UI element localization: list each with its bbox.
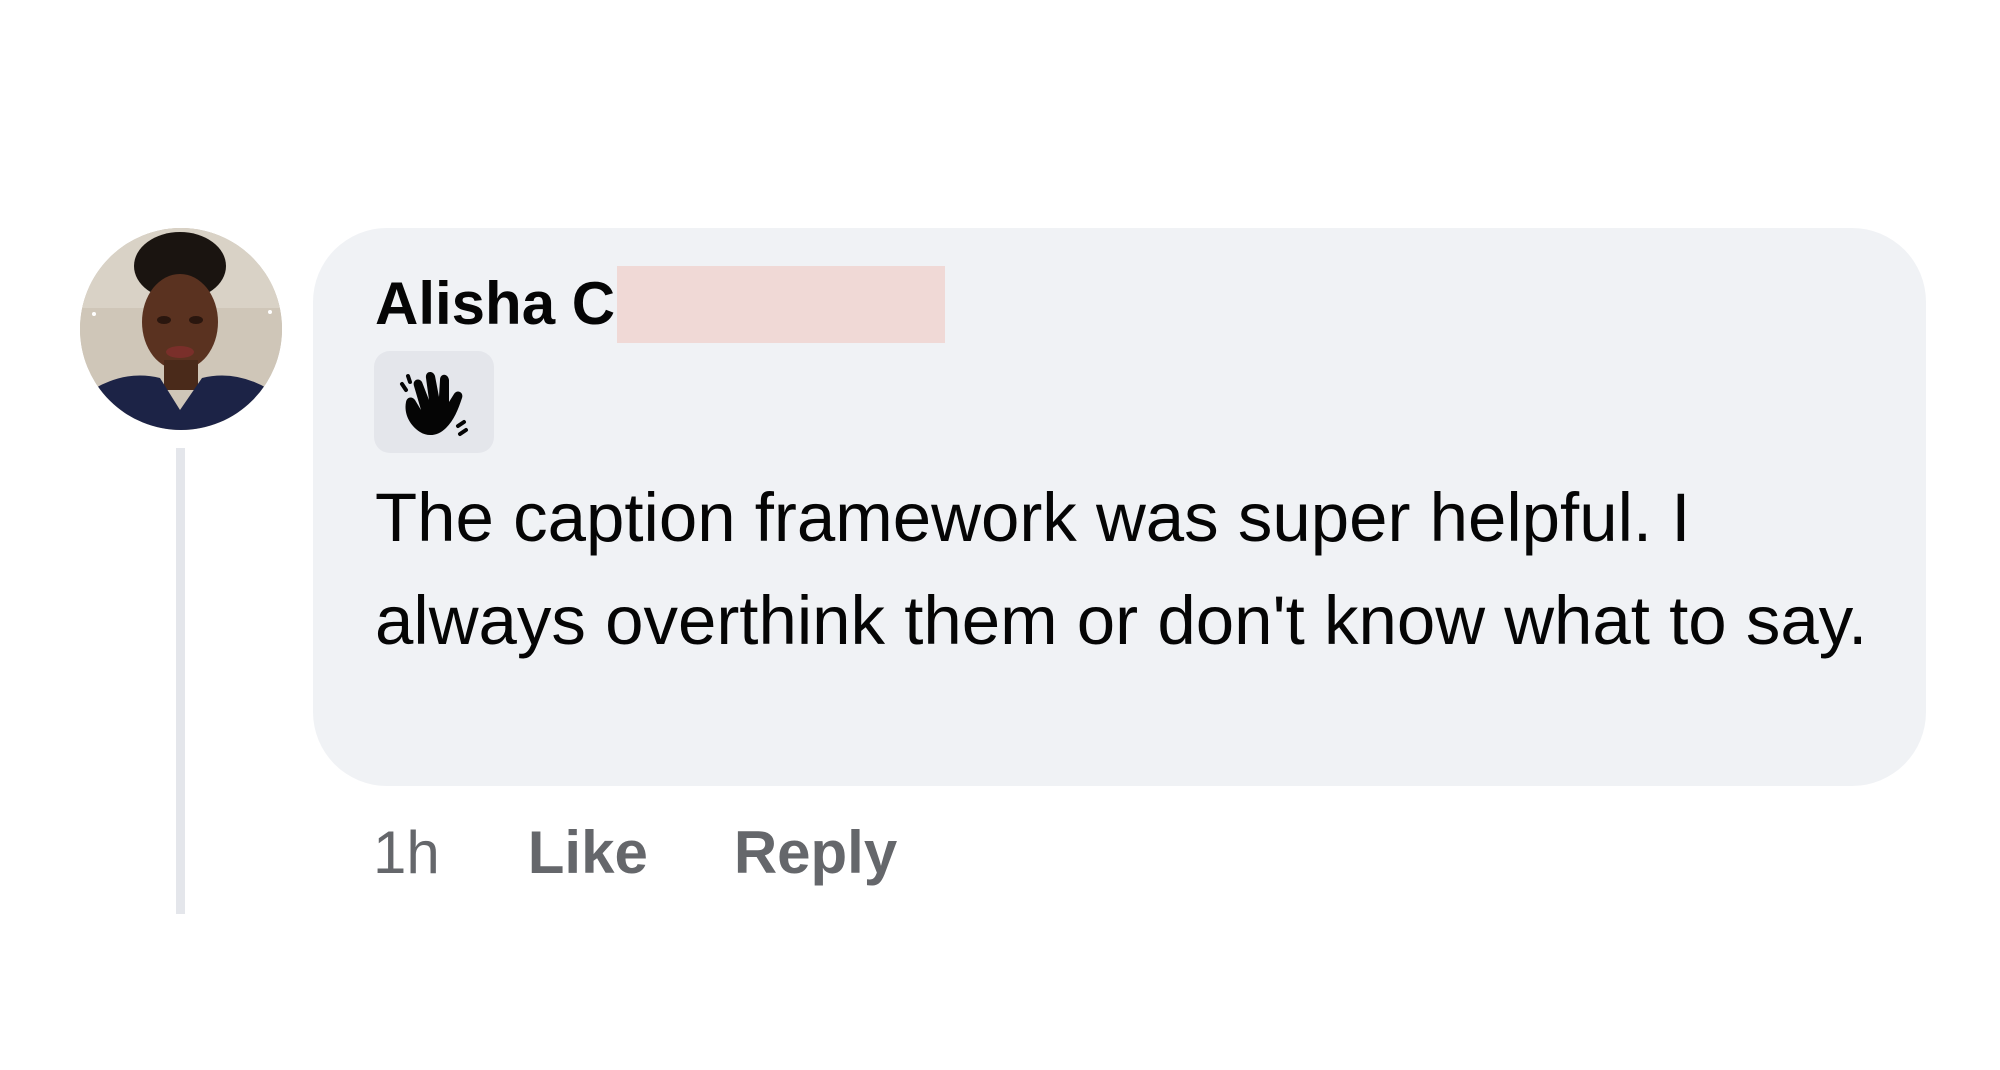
waving-hand-icon xyxy=(400,372,468,436)
avatar[interactable] xyxy=(80,228,282,430)
waving-hand-badge xyxy=(374,351,494,453)
comment-actions: 1h Like Reply xyxy=(373,812,897,892)
comment-bubble: Alisha C The caption framework was super… xyxy=(313,228,1926,786)
reply-button[interactable]: Reply xyxy=(734,818,897,887)
redaction-box xyxy=(617,265,946,343)
avatar-image xyxy=(80,228,282,430)
like-button[interactable]: Like xyxy=(528,818,648,887)
comment-text: The caption framework was super helpful.… xyxy=(375,479,1868,659)
author-row: Alisha C xyxy=(375,264,946,344)
author-name[interactable]: Alisha C xyxy=(375,264,615,344)
thread-line xyxy=(176,448,185,914)
timestamp[interactable]: 1h xyxy=(373,818,440,887)
